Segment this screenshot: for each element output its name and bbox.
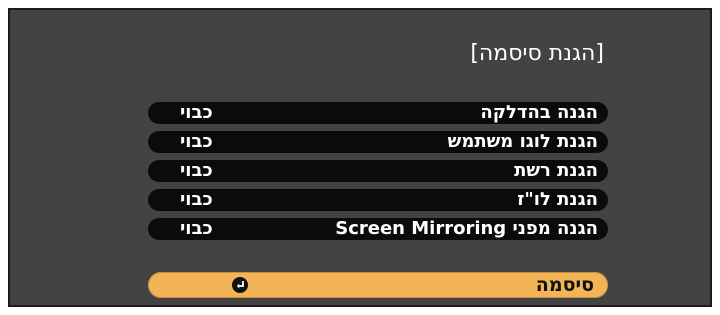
- screen-title: [הגנת סיסמה]: [470, 41, 604, 66]
- setting-label: הגנת רשת: [514, 160, 598, 181]
- setting-row-network-protection[interactable]: הגנת רשת כבוי: [148, 160, 608, 182]
- setting-value: כבוי: [180, 102, 213, 123]
- password-row[interactable]: סיסמה: [148, 272, 608, 298]
- setting-row-schedule-protection[interactable]: הגנת לו"ז כבוי: [148, 189, 608, 211]
- settings-panel: [הגנת סיסמה] הגנה בהדלקה כבוי הגנת לוגו …: [8, 8, 712, 307]
- setting-value: כבוי: [180, 189, 213, 210]
- setting-value: כבוי: [180, 218, 213, 239]
- setting-row-power-on-protection[interactable]: הגנה בהדלקה כבוי: [148, 102, 608, 124]
- settings-list: הגנה בהדלקה כבוי הגנת לוגו משתמש כבוי הג…: [148, 102, 608, 247]
- setting-row-screen-mirroring-protection[interactable]: הגנה מפני Screen Mirroring כבוי: [148, 218, 608, 240]
- password-label: סיסמה: [535, 274, 594, 296]
- setting-label: הגנה מפני Screen Mirroring: [335, 218, 598, 239]
- setting-label: הגנה בהדלקה: [480, 102, 598, 123]
- setting-label: הגנת לוגו משתמש: [447, 131, 598, 152]
- setting-value: כבוי: [180, 160, 213, 181]
- enter-icon: [232, 277, 248, 293]
- setting-label: הגנת לו"ז: [517, 189, 598, 210]
- setting-value: כבוי: [180, 131, 213, 152]
- setting-row-user-logo-protection[interactable]: הגנת לוגו משתמש כבוי: [148, 131, 608, 153]
